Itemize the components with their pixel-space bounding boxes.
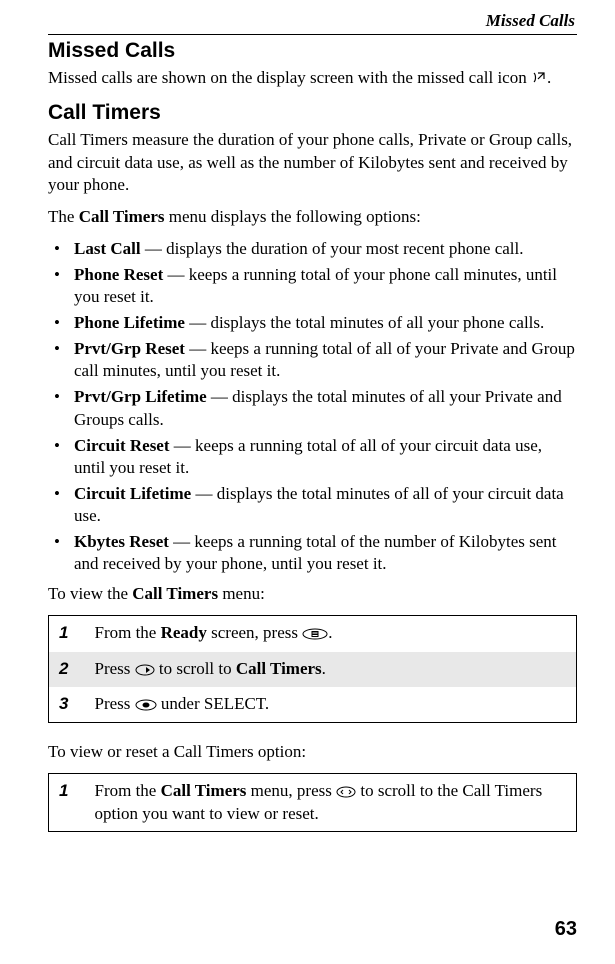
text-fragment: Press	[95, 659, 135, 678]
text-bold: Call Timers	[79, 207, 165, 226]
page-number: 63	[555, 916, 577, 942]
list-item: Circuit Reset — keeps a running total of…	[48, 435, 577, 479]
text-fragment: menu:	[218, 584, 265, 603]
option-desc: — displays the total minutes of all your…	[185, 313, 544, 332]
heading-missed-calls: Missed Calls	[48, 39, 577, 63]
table-row: 1 From the Call Timers menu, press to sc…	[49, 774, 577, 832]
text-bold: Call Timers	[132, 584, 218, 603]
option-term: Circuit Reset	[74, 436, 170, 455]
text-fragment: screen, press	[207, 623, 302, 642]
table-row: 3 Press under SELECT.	[49, 687, 577, 723]
missed-call-icon	[531, 69, 547, 91]
list-item: Prvt/Grp Reset — keeps a running total o…	[48, 338, 577, 382]
step-text: From the Call Timers menu, press to scro…	[85, 774, 577, 832]
table-row: 2 Press to scroll to Call Timers.	[49, 652, 577, 687]
step-number: 3	[49, 687, 85, 723]
text-fragment: To view the	[48, 584, 132, 603]
list-item: Phone Lifetime — displays the total minu…	[48, 312, 577, 334]
option-term: Circuit Lifetime	[74, 484, 191, 503]
step-number: 1	[49, 774, 85, 832]
step-number: 2	[49, 652, 85, 687]
text-fragment: From the	[95, 781, 161, 800]
steps-table-1: 1 From the Ready screen, press . 2 Press	[48, 615, 577, 723]
options-list: Last Call — displays the duration of you…	[48, 238, 577, 575]
list-item: Circuit Lifetime — displays the total mi…	[48, 483, 577, 527]
step-number: 1	[49, 616, 85, 652]
call-timers-menu-intro: The Call Timers menu displays the follow…	[48, 206, 577, 228]
steps-table-2: 1 From the Call Timers menu, press to sc…	[48, 773, 577, 832]
call-timers-intro: Call Timers measure the duration of your…	[48, 129, 577, 195]
text-fragment: .	[322, 659, 326, 678]
option-desc: — displays the duration of your most rec…	[141, 239, 524, 258]
step-text: Press to scroll to Call Timers.	[85, 652, 577, 687]
running-header: Missed Calls	[48, 10, 577, 32]
text-fragment: Missed calls are shown on the display sc…	[48, 68, 531, 87]
text-fragment: .	[547, 68, 551, 87]
option-term: Last Call	[74, 239, 141, 258]
option-term: Phone Lifetime	[74, 313, 185, 332]
text-bold: Call Timers	[161, 781, 247, 800]
missed-calls-intro: Missed calls are shown on the display sc…	[48, 67, 577, 91]
text-bold: Call Timers	[236, 659, 322, 678]
header-rule	[48, 34, 577, 35]
text-fragment: menu displays the following options:	[164, 207, 420, 226]
text-fragment: .	[328, 623, 332, 642]
heading-call-timers: Call Timers	[48, 101, 577, 125]
list-item: Prvt/Grp Lifetime — displays the total m…	[48, 386, 577, 430]
menu-key-icon	[302, 624, 328, 645]
list-item: Kbytes Reset — keeps a running total of …	[48, 531, 577, 575]
option-term: Kbytes Reset	[74, 532, 169, 551]
scroll-right-icon	[135, 660, 155, 681]
text-fragment: The	[48, 207, 79, 226]
text-fragment: Press	[95, 694, 135, 713]
select-key-icon	[135, 695, 157, 716]
text-fragment: From the	[95, 623, 161, 642]
step-text: From the Ready screen, press .	[85, 616, 577, 652]
text-fragment: menu, press	[246, 781, 336, 800]
option-term: Phone Reset	[74, 265, 163, 284]
text-fragment: to scroll to	[155, 659, 236, 678]
option-term: Prvt/Grp Reset	[74, 339, 185, 358]
option-term: Prvt/Grp Lifetime	[74, 387, 207, 406]
text-bold: Ready	[161, 623, 207, 642]
text-fragment: under SELECT.	[157, 694, 270, 713]
view-reset-intro: To view or reset a Call Timers option:	[48, 741, 577, 763]
table-row: 1 From the Ready screen, press .	[49, 616, 577, 652]
list-item: Last Call — displays the duration of you…	[48, 238, 577, 260]
view-menu-intro: To view the Call Timers menu:	[48, 583, 577, 605]
list-item: Phone Reset — keeps a running total of y…	[48, 264, 577, 308]
scroll-key-icon	[336, 782, 356, 803]
step-text: Press under SELECT.	[85, 687, 577, 723]
